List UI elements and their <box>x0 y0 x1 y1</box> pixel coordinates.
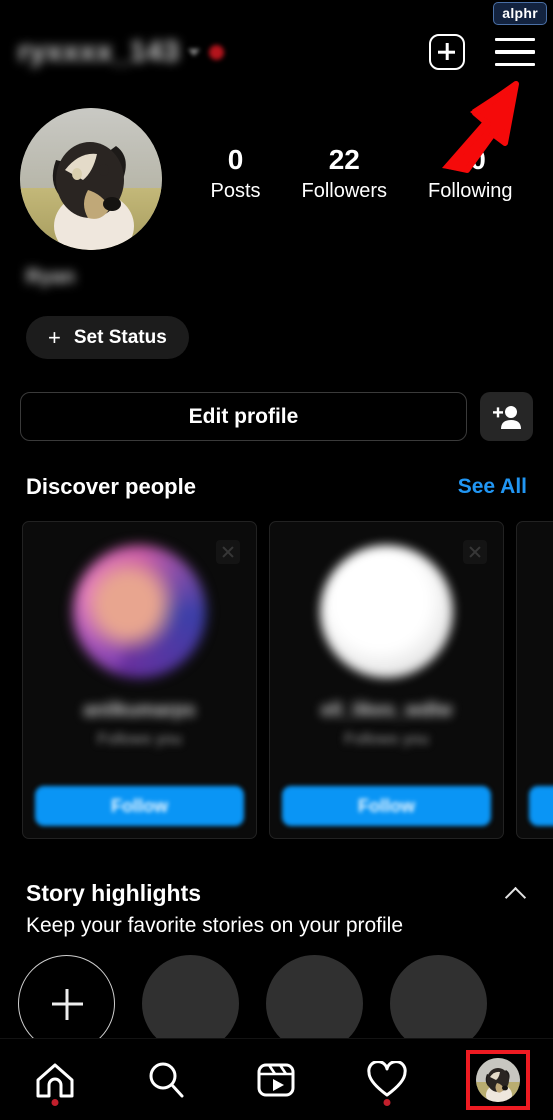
set-status-button[interactable]: + Set Status <box>26 316 189 359</box>
chevron-down-icon <box>188 48 201 56</box>
profile-avatar[interactable] <box>475 1057 520 1102</box>
profile-avatar[interactable] <box>20 108 162 250</box>
suggestion-avatar <box>73 545 206 678</box>
story-highlights-title: Story highlights <box>26 880 202 906</box>
stat-label: Followers <box>301 180 388 202</box>
add-person-icon <box>492 405 521 429</box>
profile-username: ryxxxx_143 <box>18 35 180 68</box>
nav-reels[interactable] <box>242 1052 310 1108</box>
suggestion-card[interactable]: anilkumarps Follows you Follow <box>22 521 257 839</box>
instagram-profile-screen: alphr ryxxxx_143 0 Posts 22 Followers 10… <box>0 0 553 1120</box>
notification-dot-icon <box>209 44 225 60</box>
stat-following[interactable]: 10 Following <box>428 142 512 203</box>
heart-icon <box>367 1060 407 1096</box>
suggestion-subtitle: Follows you <box>97 731 182 748</box>
story-highlights-subtitle: Keep your favorite stories on your profi… <box>26 914 404 937</box>
suggestion-username: ell_likes_wdlw <box>321 700 452 721</box>
discover-people-title: Discover people <box>26 474 196 499</box>
home-badge-dot <box>51 1098 59 1106</box>
story-highlights-header: Story highlights Keep your favorite stor… <box>0 880 553 938</box>
suggestion-username: anilkumarps <box>83 700 196 721</box>
follow-button[interactable]: Follow <box>529 786 553 826</box>
top-bar: ryxxxx_143 <box>0 22 553 82</box>
profile-stats: 0 Posts 22 Followers 10 Following <box>162 108 533 203</box>
see-all-link[interactable]: See All <box>458 475 527 499</box>
selected-tab-highlight <box>465 1049 530 1110</box>
search-icon <box>149 1062 184 1097</box>
alphr-watermark: alphr <box>493 2 547 25</box>
edit-profile-button[interactable]: Edit profile <box>20 392 467 441</box>
stat-followers[interactable]: 22 Followers <box>301 142 387 203</box>
dismiss-icon[interactable] <box>216 540 240 564</box>
follow-button[interactable]: Follow <box>35 786 244 826</box>
nav-activity[interactable] <box>353 1052 421 1108</box>
nav-search[interactable] <box>132 1052 200 1108</box>
activity-badge-dot <box>383 1098 391 1106</box>
stat-value: 0 <box>227 144 244 175</box>
discover-people-header: Discover people See All <box>0 474 553 500</box>
nav-profile[interactable] <box>464 1049 532 1110</box>
profile-header: 0 Posts 22 Followers 10 Following <box>0 108 553 250</box>
set-status-label: Set Status <box>73 326 167 348</box>
stat-value: 10 <box>454 144 486 175</box>
plus-icon: + <box>48 324 61 350</box>
stat-posts[interactable]: 0 Posts <box>210 142 260 203</box>
stat-value: 22 <box>328 144 360 175</box>
profile-display-name: Ryan <box>26 266 75 288</box>
suggestion-card[interactable]: ell_likes_wdlw Follows you Follow <box>269 521 504 839</box>
nav-home[interactable] <box>21 1052 89 1108</box>
home-icon <box>36 1063 74 1097</box>
plus-square-icon[interactable] <box>429 34 465 70</box>
dismiss-icon[interactable] <box>463 540 487 564</box>
reels-icon <box>257 1063 295 1096</box>
suggestion-subtitle: Follows you <box>344 731 429 748</box>
bottom-navigation-bar <box>0 1038 553 1120</box>
suggestion-avatar <box>320 545 453 678</box>
account-switcher[interactable]: ryxxxx_143 <box>18 35 225 69</box>
discover-people-carousel[interactable]: anilkumarps Follows you Follow ell_likes… <box>22 521 553 839</box>
profile-action-row: Edit profile <box>20 392 533 441</box>
chevron-up-icon[interactable] <box>505 883 527 905</box>
suggestion-card[interactable]: Follow <box>516 521 553 839</box>
stat-label: Posts <box>210 180 261 202</box>
stat-label: Following <box>428 180 513 202</box>
hamburger-menu-icon[interactable] <box>495 38 535 66</box>
add-person-button[interactable] <box>480 392 533 441</box>
follow-button[interactable]: Follow <box>282 786 491 826</box>
top-bar-actions <box>429 34 535 70</box>
